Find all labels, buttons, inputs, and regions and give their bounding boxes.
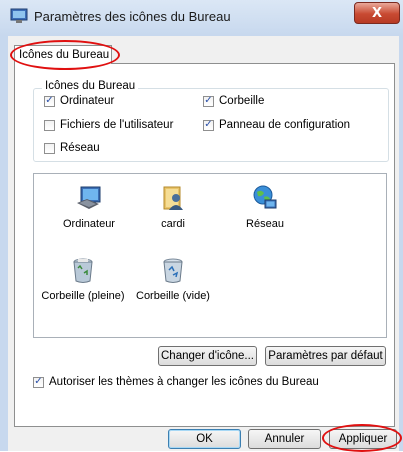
tab-desktop-icons[interactable]: Icônes du Bureau [14,45,112,64]
group-label: Icônes du Bureau [42,80,139,92]
checkbox-label: Autoriser les thèmes à changer les icône… [49,376,319,388]
icon-label: Corbeille (pleine) [41,290,125,302]
checkbox-label: Fichiers de l'utilisateur [60,119,174,131]
checkmark-icon: ✓ [203,119,214,131]
window-frame-left [0,36,8,451]
computer-icon [77,186,101,209]
desktop-settings-icon [10,8,28,23]
restore-default-button[interactable]: Paramètres par défaut [265,346,386,366]
icon-item-corbeille-pleine[interactable]: Corbeille (pleine) [38,256,128,302]
checkbox-empty [44,119,55,131]
ok-button[interactable]: OK [168,429,241,449]
window-title: Paramètres des icônes du Bureau [34,9,231,24]
change-icon-button[interactable]: Changer d'icône... [158,346,257,366]
close-icon: X [371,5,383,21]
icon-label: cardi [161,218,185,230]
icon-item-corbeille-vide[interactable]: Corbeille (vide) [128,256,218,302]
checkbox-corbeille[interactable]: ✓ Corbeille [203,95,264,107]
window-frame-right [399,36,403,451]
checkbox-fichiers-utilisateur[interactable]: Fichiers de l'utilisateur [44,119,173,131]
checkbox-label: Corbeille [219,95,265,107]
network-icon [253,185,277,209]
checkbox-label: Réseau [60,142,100,154]
checkbox-allow-themes[interactable]: ✓ Autoriser les thèmes à changer les icô… [33,376,319,388]
title-bar: Paramètres des icônes du Bureau X [0,0,403,36]
recycle-bin-empty-icon [163,258,183,283]
checkbox-empty [44,142,55,154]
icon-list[interactable]: Ordinateur cardi Réseau Corbeille (plein… [33,173,387,338]
checkmark-icon: ✓ [44,95,55,107]
user-folder-icon [163,186,183,210]
checkbox-label: Ordinateur [60,95,115,107]
checkmark-icon: ✓ [203,95,214,107]
icon-label: Corbeille (vide) [136,290,210,302]
checkbox-reseau[interactable]: Réseau [44,142,100,154]
cancel-button[interactable]: Annuler [248,429,321,449]
apply-button[interactable]: Appliquer [329,429,397,449]
icon-label: Ordinateur [63,218,115,230]
icon-label: Réseau [246,218,284,230]
icon-item-cardi[interactable]: cardi [128,184,218,230]
close-button[interactable]: X [354,2,400,24]
icon-item-reseau[interactable]: Réseau [220,184,310,230]
recycle-bin-full-icon [73,258,93,283]
checkbox-panneau-configuration[interactable]: ✓ Panneau de configuration [203,119,350,131]
checkbox-label: Panneau de configuration [219,119,351,131]
icon-item-ordinateur[interactable]: Ordinateur [44,184,134,230]
checkbox-ordinateur[interactable]: ✓ Ordinateur [44,95,114,107]
checkmark-icon: ✓ [33,376,44,388]
